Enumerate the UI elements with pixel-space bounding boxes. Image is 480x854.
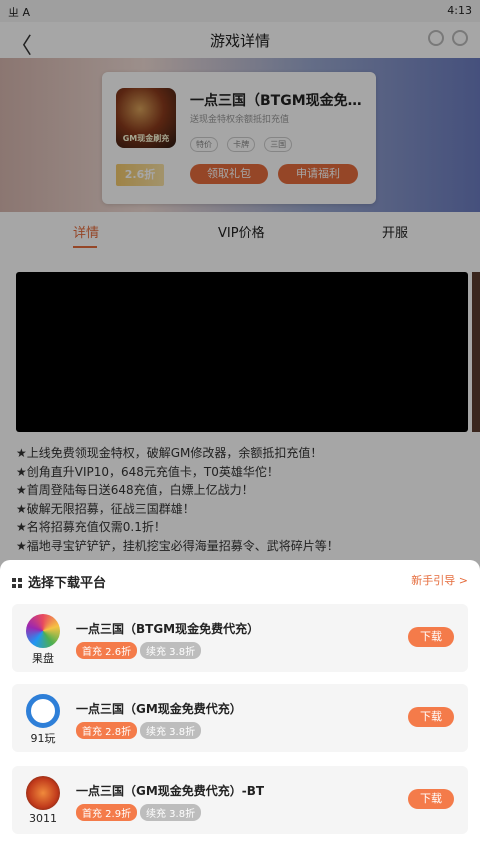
renew-charge-badge: 续充 3.8折 (140, 642, 202, 659)
beginner-guide-link[interactable]: 新手引导 > (411, 572, 468, 588)
3011-logo-icon (26, 776, 60, 810)
renew-charge-badge: 续充 3.8折 (140, 722, 202, 739)
91wan-logo-icon (26, 694, 60, 728)
download-button[interactable]: 下载 (408, 707, 454, 727)
game-title: 一点三国（GM现金免费代充）-BT (76, 784, 265, 798)
first-charge-badge: 首充 2.9折 (76, 804, 138, 821)
download-button[interactable]: 下载 (408, 627, 454, 647)
game-title: 一点三国（GM现金免费代充） (76, 702, 242, 716)
grid-icon (12, 578, 22, 588)
platform-name: 91玩 (30, 732, 56, 745)
sheet-title: 选择下载平台 (12, 572, 106, 591)
platform-name: 3011 (29, 812, 57, 825)
platform-item[interactable]: 果盘 一点三国（BTGM现金免费代充） 首充 2.6折 续充 3.8折 下载 (12, 604, 468, 672)
platform-name: 果盘 (32, 652, 54, 665)
platform-item[interactable]: 3011 一点三国（GM现金免费代充）-BT 首充 2.9折 续充 3.8折 下… (12, 766, 468, 834)
first-charge-badge: 首充 2.8折 (76, 722, 138, 739)
game-title: 一点三国（BTGM现金免费代充） (76, 622, 260, 636)
download-button[interactable]: 下载 (408, 789, 454, 809)
download-platform-sheet: 选择下载平台 新手引导 > 果盘 一点三国（BTGM现金免费代充） 首充 2.6… (0, 560, 480, 854)
platform-item[interactable]: 91玩 一点三国（GM现金免费代充） 首充 2.8折 续充 3.8折 下载 (12, 684, 468, 752)
first-charge-badge: 首充 2.6折 (76, 642, 138, 659)
guopan-logo-icon (26, 614, 60, 648)
renew-charge-badge: 续充 3.8折 (140, 804, 202, 821)
